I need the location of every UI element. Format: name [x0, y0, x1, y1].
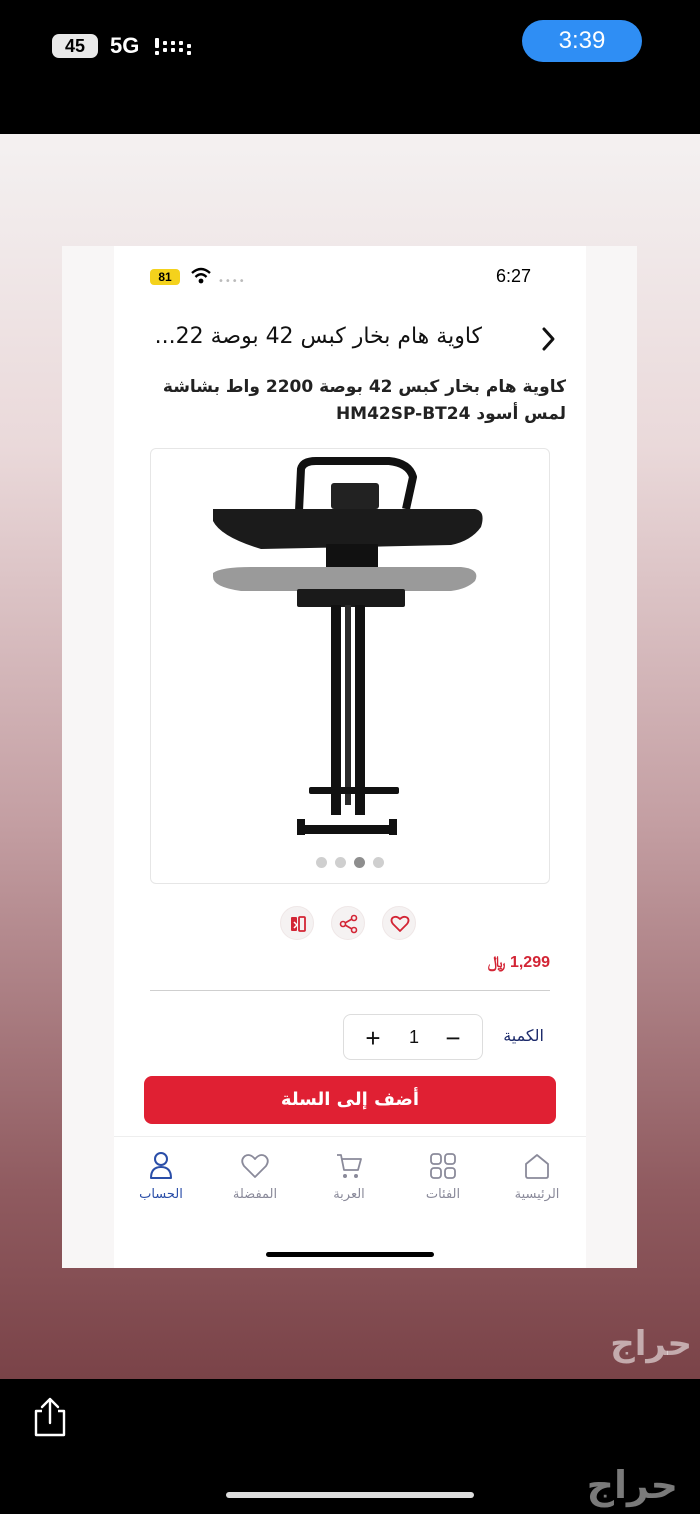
tab-categories[interactable]: الفئات — [400, 1151, 486, 1202]
compare-icon — [291, 916, 306, 932]
decrease-quantity-button[interactable]: − — [438, 1023, 468, 1053]
favorite-button[interactable] — [382, 906, 416, 940]
categories-icon — [430, 1153, 456, 1179]
wifi-icon — [191, 267, 211, 284]
product-title: كاوية هام بخار كبس 42 بوصة 2200 واط بشاش… — [162, 377, 566, 424]
tab-label: المفضلة — [232, 1187, 278, 1202]
steam-press-image — [213, 457, 483, 835]
tab-label: الفئات — [425, 1187, 461, 1202]
inner-battery: 81 — [150, 269, 180, 285]
home-icon — [525, 1154, 549, 1179]
heart-icon — [390, 915, 410, 932]
gallery-dot-active[interactable] — [354, 857, 365, 868]
inner-status-bar: 81 •••• 6:27 — [114, 246, 586, 306]
quantity-label: الكمية — [503, 1026, 544, 1045]
gallery-dot[interactable] — [373, 857, 384, 868]
gallery-dot[interactable] — [335, 857, 346, 868]
increase-quantity-button[interactable]: + — [358, 1023, 388, 1053]
home-indicator — [266, 1252, 434, 1257]
signal-dots-icon: •••• — [218, 276, 246, 287]
quantity-value: 1 — [408, 1027, 419, 1047]
outer-bottom-bar: حراج — [0, 1379, 700, 1514]
home-indicator — [226, 1492, 474, 1498]
product-actions — [280, 906, 416, 942]
watermark-logo: حراج — [586, 1463, 678, 1507]
watermark-logo: حراج — [610, 1324, 692, 1364]
outer-status-bar: 45 5G 3:39 — [0, 0, 700, 134]
tab-label: الحساب — [139, 1187, 183, 1202]
status-time: 3:39 — [522, 20, 642, 62]
bottom-tab-bar: الحساب المفضلة العربة الفئات الرئيسية — [114, 1136, 586, 1268]
tab-home[interactable]: الرئيسية — [494, 1151, 580, 1202]
gallery-pagination — [151, 853, 549, 872]
add-to-cart-button[interactable]: أضف إلى السلة — [144, 1076, 556, 1124]
tab-label: الرئيسية — [514, 1187, 560, 1202]
page-title: كاوية هام بخار كبس 42 بوصة 22... — [154, 324, 482, 349]
product-image-gallery[interactable] — [150, 448, 550, 884]
cart-icon — [337, 1154, 362, 1178]
back-chevron-icon[interactable] — [536, 324, 560, 354]
inner-app-screen: 81 •••• 6:27 كاوية هام بخار كبس 42 بوصة … — [114, 246, 586, 1268]
share-button[interactable] — [331, 906, 365, 940]
network-label: 5G — [110, 33, 140, 58]
tab-label: العربة — [333, 1187, 365, 1202]
heart-icon — [241, 1154, 269, 1178]
header-bar: كاوية هام بخار كبس 42 بوصة 22... — [114, 318, 586, 360]
account-icon — [150, 1152, 172, 1179]
tab-favorites[interactable]: المفضلة — [212, 1151, 298, 1202]
product-price: 1,299 ﷼ — [487, 954, 550, 971]
divider — [150, 990, 550, 991]
gallery-dot[interactable] — [316, 857, 327, 868]
compare-button[interactable] — [280, 906, 314, 940]
battery-indicator: 45 — [52, 34, 98, 58]
quantity-stepper: + 1 − — [343, 1014, 483, 1060]
tab-cart[interactable]: العربة — [306, 1151, 392, 1202]
signal-icon — [155, 38, 191, 55]
share-icon[interactable] — [30, 1397, 70, 1439]
inner-status-time: 6:27 — [495, 266, 531, 286]
share-icon — [339, 914, 358, 934]
tab-account[interactable]: الحساب — [118, 1151, 204, 1202]
